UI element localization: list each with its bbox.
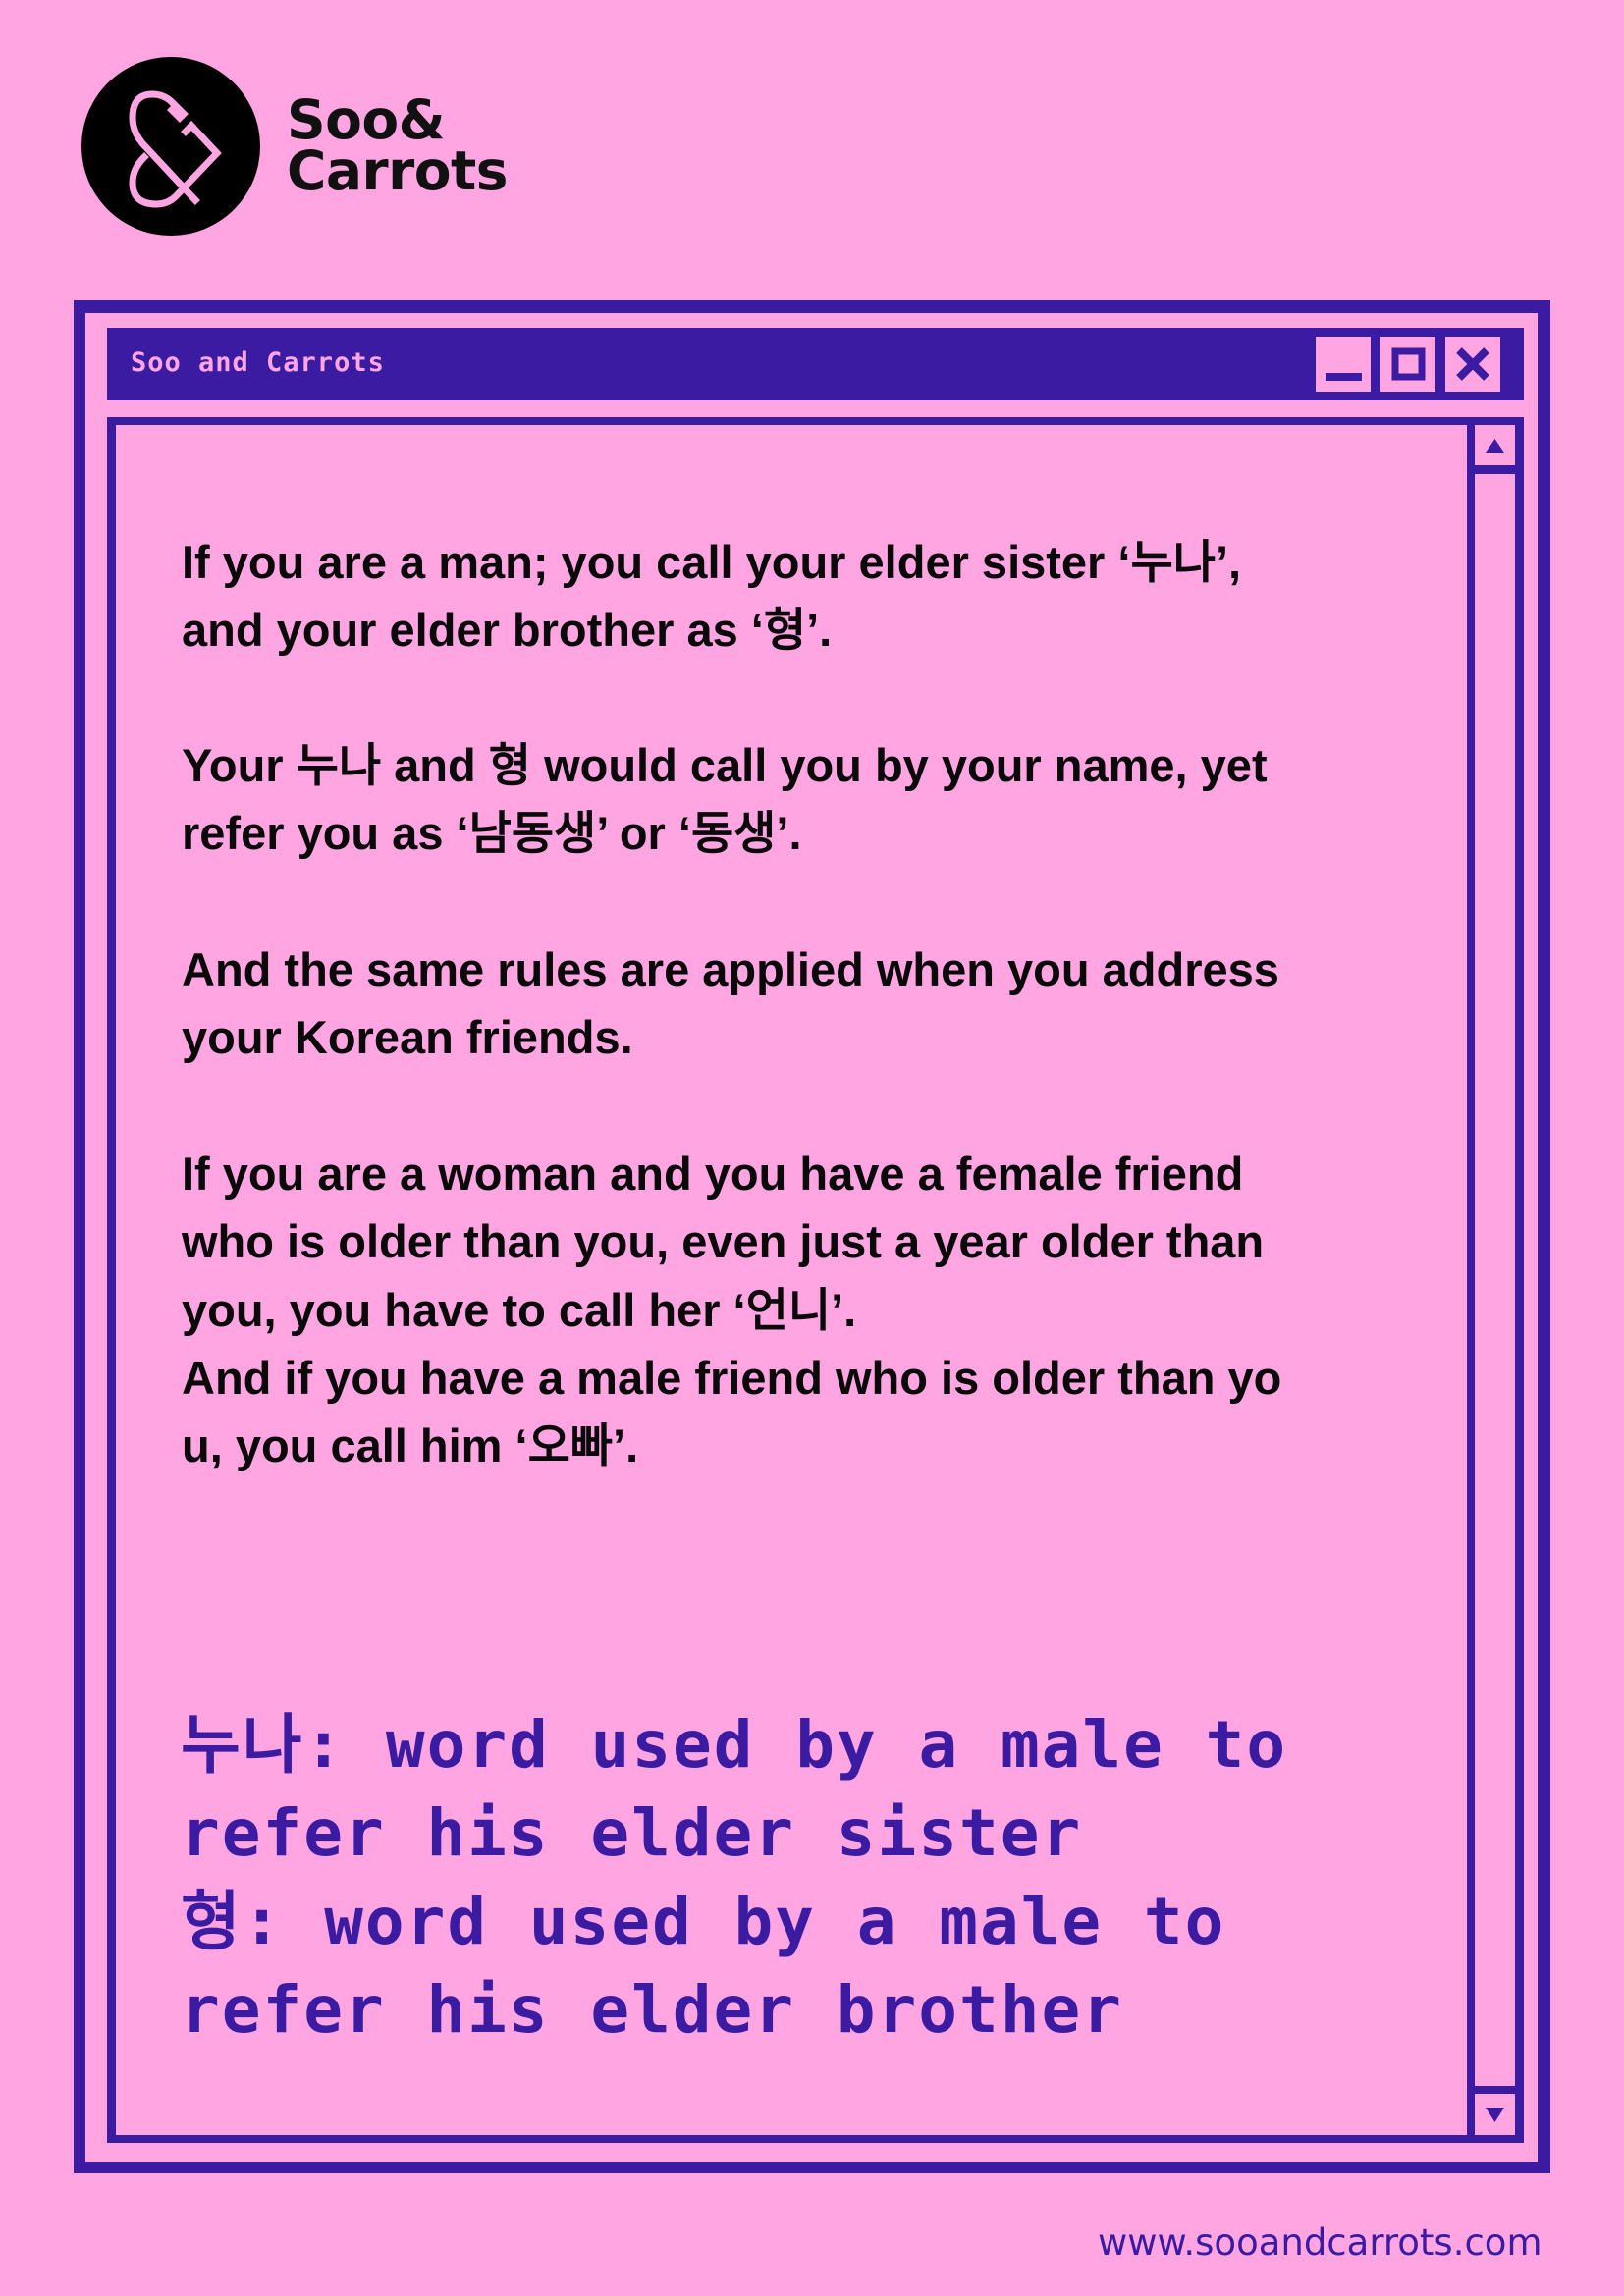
body-text-line: If you are a man; you call your elder si… [182, 536, 1242, 588]
definition-line: refer his elder sister [181, 1795, 1083, 1871]
body-text-line: refer you as ‘남동생’ or ‘동생’. [182, 807, 802, 859]
window-title: Soo and Carrots [131, 347, 385, 378]
body-text-line: and your elder brother as ‘형’. [182, 604, 833, 656]
scroll-up-button[interactable] [1475, 425, 1515, 474]
brand-name-line2: Carrots [287, 139, 509, 202]
body-text-line: If you are a woman and you have a female… [182, 1148, 1244, 1200]
body-text-line: you, you have to call her ‘언니’. [182, 1284, 857, 1336]
triangle-down-icon [1486, 2108, 1504, 2122]
maximize-button[interactable] [1380, 337, 1435, 392]
minimize-button[interactable] [1316, 337, 1371, 392]
close-button[interactable] [1445, 337, 1500, 392]
body-text-line: And the same rules are applied when you … [182, 943, 1279, 995]
vertical-scrollbar[interactable] [1467, 425, 1515, 2135]
body-text-line: who is older than you, even just a year … [182, 1215, 1265, 1267]
body-text-line: u, you call him ‘오빠’. [182, 1419, 639, 1471]
triangle-up-icon [1486, 439, 1504, 453]
scroll-down-button[interactable] [1475, 2086, 1515, 2135]
body-text-line: And if you have a male friend who is old… [182, 1352, 1282, 1404]
window-title-bar[interactable]: Soo and Carrots [107, 328, 1524, 400]
close-icon [1456, 347, 1489, 381]
website-link[interactable]: www.sooandcarrots.com [1098, 2224, 1543, 2261]
body-text-line: your Korean friends. [182, 1011, 633, 1063]
ampersand-logo-icon [81, 57, 260, 236]
definition-line: refer his elder brother [181, 1972, 1123, 2048]
body-text-line: Your 누나 and 형 would call you by your nam… [182, 739, 1268, 791]
minimize-icon [1326, 373, 1362, 381]
scroll-track[interactable] [1475, 474, 1515, 2086]
definition-line: 형: word used by a male to [181, 1884, 1226, 1959]
definition-line: 누나: word used by a male to [181, 1707, 1288, 1783]
maximize-icon [1391, 347, 1426, 381]
